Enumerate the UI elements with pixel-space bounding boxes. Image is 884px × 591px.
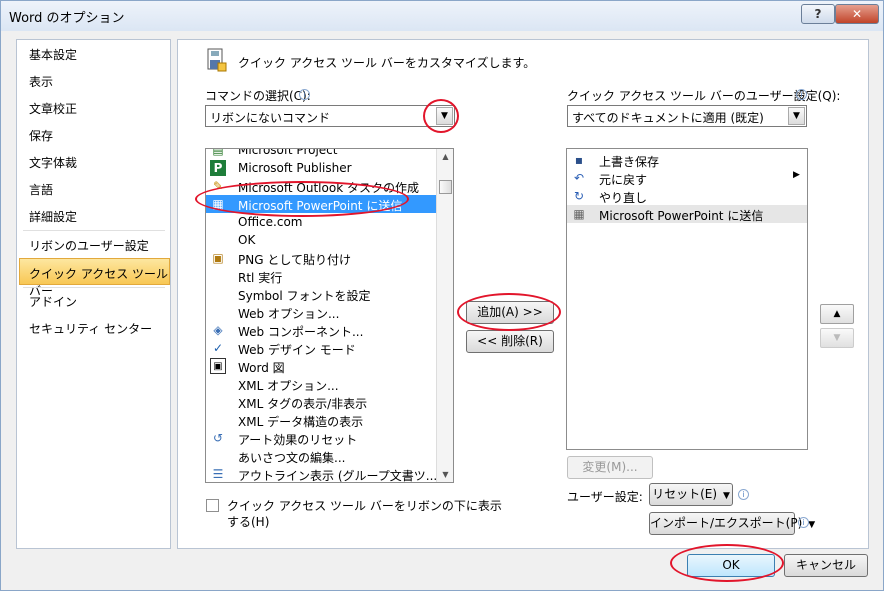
list-item[interactable]: ▪ 上書き保存	[567, 151, 807, 169]
nav-item-general[interactable]: 基本設定	[29, 46, 77, 63]
list-item[interactable]: あいさつ文の編集...	[206, 447, 453, 465]
qat-scope-combo-value: すべてのドキュメントに適用 (既定)	[572, 111, 764, 125]
list-item[interactable]: ✎ Microsoft Outlook タスクの作成	[206, 177, 453, 195]
title-bar: Word のオプション ? ✕	[1, 1, 883, 31]
commands-list[interactable]: ▤ Microsoft Project P Microsoft Publishe…	[205, 148, 454, 483]
info-icon[interactable]: i	[798, 517, 809, 528]
list-item[interactable]: ↶ 元に戻す	[567, 169, 807, 187]
redo-icon: ↻	[573, 189, 585, 203]
options-sidebar: 基本設定 表示 文章校正 保存 文字体裁 言語 詳細設定 リボンのユーザー設定 …	[16, 39, 171, 549]
commands-label: コマンドの選択(C):	[205, 89, 311, 103]
outline-icon: ☰	[212, 467, 224, 481]
checkmark-icon: ✓	[212, 341, 224, 355]
modify-button[interactable]: 変更(M)...	[567, 456, 653, 479]
list-item[interactable]: XML データ構造の表示	[206, 411, 453, 429]
list-item[interactable]: P Microsoft Publisher	[206, 159, 453, 177]
nav-item-proofing[interactable]: 文章校正	[29, 100, 77, 117]
list-item[interactable]: ↺ アート効果のリセット	[206, 429, 453, 447]
undo-icon: ↶	[573, 171, 585, 185]
info-icon[interactable]: i	[796, 89, 807, 100]
nav-item-addins[interactable]: アドイン	[29, 293, 77, 310]
close-button[interactable]: ✕	[835, 4, 879, 24]
remove-button[interactable]: << 削除(R)	[466, 330, 554, 353]
outlook-task-icon: ✎	[212, 179, 224, 193]
move-up-button[interactable]: ▲	[820, 304, 854, 324]
list-item[interactable]: ◈ Web コンポーネント...	[206, 321, 453, 339]
show-below-ribbon-checkbox[interactable]	[206, 499, 219, 512]
help-button[interactable]: ?	[801, 4, 835, 24]
commands-combo[interactable]: リボンにないコマンド ▼	[205, 105, 455, 127]
nav-item-display[interactable]: 表示	[29, 73, 53, 90]
list-item[interactable]: ↻ やり直し	[567, 187, 807, 205]
ok-button[interactable]: OK	[687, 554, 775, 577]
word-options-dialog: Word のオプション ? ✕ 基本設定 表示 文章校正 保存 文字体裁 言語 …	[0, 0, 884, 591]
quick-access-toolbar-icon	[207, 48, 227, 72]
commands-combo-value: リボンにないコマンド	[210, 111, 331, 125]
list-item[interactable]: ▣ PNG として貼り付け	[206, 249, 453, 267]
list-item[interactable]: Symbol フォントを設定	[206, 285, 453, 303]
move-down-button[interactable]: ▼	[820, 328, 854, 348]
powerpoint-send-icon: ▦	[573, 207, 585, 221]
nav-item-language[interactable]: 言語	[29, 181, 53, 198]
nav-item-customize-ribbon[interactable]: リボンのユーザー設定	[29, 237, 149, 254]
publisher-icon: P	[210, 160, 226, 176]
info-icon[interactable]: i	[738, 489, 749, 500]
scroll-down-icon[interactable]: ▼	[438, 467, 453, 482]
nav-divider	[23, 230, 165, 231]
cancel-button[interactable]: キャンセル	[784, 554, 868, 577]
list-item[interactable]: OK	[206, 231, 453, 249]
checkbox-label-continued: する(H)	[227, 515, 270, 529]
nav-item-trust-center[interactable]: セキュリティ センター	[29, 320, 152, 337]
word-picture-icon: ▣	[210, 358, 226, 374]
list-item[interactable]: Office.com	[206, 213, 453, 231]
info-icon[interactable]: i	[299, 89, 310, 100]
commands-list-scrollbar[interactable]: ▲ ▼	[436, 149, 453, 482]
nav-divider	[23, 287, 165, 288]
powerpoint-send-icon: ▦	[212, 197, 224, 211]
paste-icon: ▣	[212, 251, 224, 265]
qat-list[interactable]: ▪ 上書き保存 ↶ 元に戻す ↻ やり直し ▦ Microsoft PowerP…	[566, 148, 808, 450]
chevron-down-icon[interactable]: ▼	[788, 107, 805, 125]
chevron-down-icon[interactable]: ▼	[436, 107, 453, 125]
chevron-down-icon: ▼	[808, 520, 816, 530]
list-item[interactable]: XML タグの表示/非表示	[206, 393, 453, 411]
chevron-down-icon: ▼	[723, 491, 730, 501]
page-heading: クイック アクセス ツール バーをカスタマイズします。	[238, 56, 536, 70]
reset-button[interactable]: リセット(E) ▼	[649, 483, 733, 506]
project-icon: ▤	[212, 148, 224, 157]
add-button[interactable]: 追加(A) >>	[466, 301, 554, 324]
reset-button-label: リセット(E)	[652, 487, 718, 501]
scroll-up-icon[interactable]: ▲	[438, 149, 453, 164]
list-item-selected[interactable]: ▦ Microsoft PowerPoint に送信	[206, 195, 437, 213]
animation-reset-icon: ↺	[212, 431, 224, 445]
import-export-button-label: インポート/エクスポート(P)	[650, 516, 803, 530]
list-item[interactable]: ▣ Word 図	[206, 357, 453, 375]
qat-scope-combo[interactable]: すべてのドキュメントに適用 (既定) ▼	[567, 105, 807, 127]
window-title: Word のオプション	[9, 11, 125, 26]
scrollbar-thumb[interactable]	[439, 180, 452, 194]
list-item[interactable]: Web オプション...	[206, 303, 453, 321]
checkbox-label: クイック アクセス ツール バーをリボンの下に表示	[227, 499, 502, 513]
nav-item-save[interactable]: 保存	[29, 127, 53, 144]
nav-item-typography[interactable]: 文字体裁	[29, 154, 77, 171]
web-component-icon: ◈	[213, 323, 223, 337]
nav-item-advanced[interactable]: 詳細設定	[29, 208, 77, 225]
list-item[interactable]: XML オプション...	[206, 375, 453, 393]
list-item[interactable]: ▤ Microsoft Project	[206, 148, 453, 159]
chevron-right-icon[interactable]: ▶	[793, 170, 800, 180]
user-settings-label: ユーザー設定:	[567, 490, 643, 504]
list-item[interactable]: ✓ Web デザイン モード	[206, 339, 453, 357]
list-item[interactable]: ☰ アウトライン表示 (グループ文書ツ...	[206, 465, 453, 482]
list-item[interactable]: Rtl 実行	[206, 267, 453, 285]
import-export-button[interactable]: インポート/エクスポート(P) ▼	[649, 512, 815, 535]
list-item-selected[interactable]: ▦ Microsoft PowerPoint に送信	[567, 205, 807, 223]
save-icon: ▪	[574, 153, 584, 167]
